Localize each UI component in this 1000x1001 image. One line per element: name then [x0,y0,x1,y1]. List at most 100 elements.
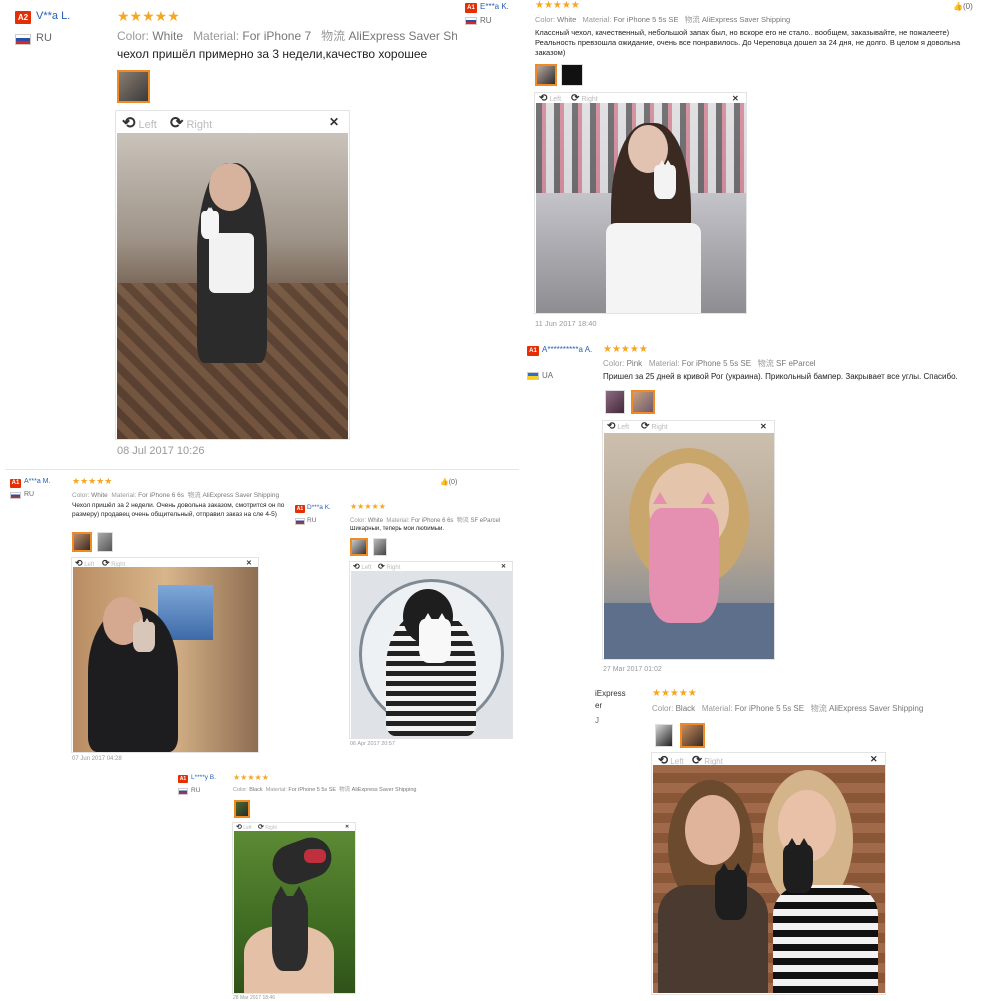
material-value: For iPhone 5 5s SE [681,359,752,368]
rating-stars: ★★★★★ [233,773,269,782]
country-flag-icon [178,788,188,795]
shipping-value: SF eParcel [470,518,501,524]
like-count: (0) [448,479,458,486]
material-value: For iPhone 6 6s [138,492,185,499]
photo-thumbnail[interactable] [350,538,368,556]
review-card: A1 A**********a A. UA ★★★★★ Color: Pink … [525,342,995,677]
rotate-left-button[interactable]: ⟲ Left [122,113,157,133]
photo-viewer: ⟲ Left ⟳ Right ✕ [651,752,886,995]
review-photo [604,433,774,659]
buyer-level-badge: A1 [465,3,477,13]
shipping-label: 物流 [321,29,346,43]
photo-thumbnail[interactable] [535,64,557,86]
rating-stars: ★★★★★ [350,502,386,511]
close-icon[interactable]: ✕ [329,115,339,129]
buyer-level-badge: A2 [15,11,31,24]
close-icon[interactable]: ✕ [501,563,506,570]
photo-body-right [773,885,878,993]
color-value: White [91,492,108,499]
review-card: A1 D***a K. RU ★★★★★ Color: White Materi… [293,502,518,752]
photo-thumbnail[interactable] [631,390,655,414]
buyer-level-badge: A1 [295,505,305,513]
buyer-name[interactable]: V**a L. [36,10,70,22]
close-icon[interactable]: ✕ [732,94,739,103]
color-label: Color: [233,787,248,793]
photo-thumbnail[interactable] [72,532,92,552]
close-icon[interactable]: ✕ [345,824,349,830]
material-value: For iPhone 5 5s SE [734,704,805,713]
photo-thumbnail[interactable] [373,538,387,556]
buyer-name[interactable]: E***a K. [480,2,509,11]
material-value: For iPhone 6 6s [411,518,454,524]
rotate-left-label: Left [617,424,630,431]
like-icon: 👍 [953,2,963,11]
review-text: Чехол пришёл за 2 недели. Очень довольна… [72,502,285,518]
rotate-right-button[interactable]: ⟳ Right [378,562,400,571]
photo-viewer: ⟲ Left ⟳ Right ✕ [71,557,259,753]
rating-stars: ★★★★★ [603,344,648,355]
photo-viewer: ⟲ Left ⟳ Right ✕ [232,822,356,994]
photo-legs [266,831,338,891]
shipping-value: AliExpress Saver Shipping [829,704,924,713]
photo-viewer: ⟲ Left ⟳ Right ✕ [534,92,747,314]
country-flag-icon [10,492,21,499]
photo-head-left [685,795,740,865]
close-icon[interactable]: ✕ [760,422,767,431]
rotate-right-icon: ⟳ [170,115,184,132]
review-text: Шикарный, теперь мой любимый. [350,526,445,532]
close-icon[interactable]: ✕ [246,559,252,567]
rotate-right-button[interactable]: ⟳ Right [641,421,668,432]
order-info: Color: Black Material: For iPhone 5 5s S… [652,703,992,714]
rating-stars: ★★★★★ [652,688,697,699]
review-photo [653,765,885,993]
photo-top [209,233,254,293]
buyer-name[interactable]: L****y B. [191,774,216,781]
photo-viewer: ⟲ Left ⟳ Right ✕ [349,561,513,739]
order-info: Color: White Material: For iPhone 6 6s 物… [72,489,292,499]
rotate-left-button[interactable]: ⟲ Left [607,421,629,432]
color-value: Black [675,704,696,713]
like-button[interactable]: 👍(0) [953,2,973,11]
photo-thumbnail[interactable] [680,723,705,748]
phone-case [133,617,155,652]
buyer-level-badge: A1 [10,479,21,488]
buyer-level-badge: A1 [178,775,188,783]
buyer-country: RU [36,32,52,44]
photo-thumbnail[interactable] [117,70,150,103]
buyer-level-badge: A1 [527,346,539,356]
photo-thumbnail[interactable] [605,390,625,414]
rotate-left-label: Left [138,119,157,131]
country-flag-icon [15,34,31,45]
shipping-value: AliExpress Saver Shipping [351,787,417,793]
photo-thumbnail[interactable] [234,800,250,818]
color-label: Color: [117,29,150,43]
like-button[interactable]: 👍(0) [440,478,457,486]
photo-thumbnail[interactable] [655,724,673,747]
like-count: (0) [962,2,973,11]
close-icon[interactable]: ✕ [870,754,878,765]
rotate-left-button[interactable]: ⟲ Left [236,823,252,831]
review-date: 06 Apr 2017 20:57 [350,741,395,747]
rotate-right-button[interactable]: ⟳ Right [170,113,212,133]
review-date: 27 Mar 2017 01:02 [603,666,662,673]
review-card: iExpress er J ★★★★★ Color: Black Materia… [595,685,995,1000]
buyer-name[interactable]: D***a K. [307,504,331,511]
photo-thumbnail[interactable] [561,64,583,86]
country-flag-icon [465,17,477,25]
thumbnail-pointer [688,746,698,748]
material-value: For iPhone 7 [242,29,312,43]
buyer-country: RU [24,491,35,498]
material-label: Material: [582,15,612,24]
rotate-right-label: Right [651,424,668,431]
buyer-name[interactable]: A**********a A. [542,345,602,355]
buyer-name: iExpress [595,689,626,698]
review-text: Классный чехол, качественный, небольшой … [535,28,961,57]
rotate-right-button[interactable]: ⟳ Right [258,823,277,831]
rotate-left-icon: ⟲ [607,421,616,432]
rotate-left-button[interactable]: ⟲ Left [353,562,371,571]
buyer-name[interactable]: A***a M. [24,478,50,485]
color-value: White [557,15,577,24]
photo-thumbnail[interactable] [97,532,113,552]
buyer-country-fragment: J [595,716,599,725]
thumbnail-pointer [237,816,247,818]
